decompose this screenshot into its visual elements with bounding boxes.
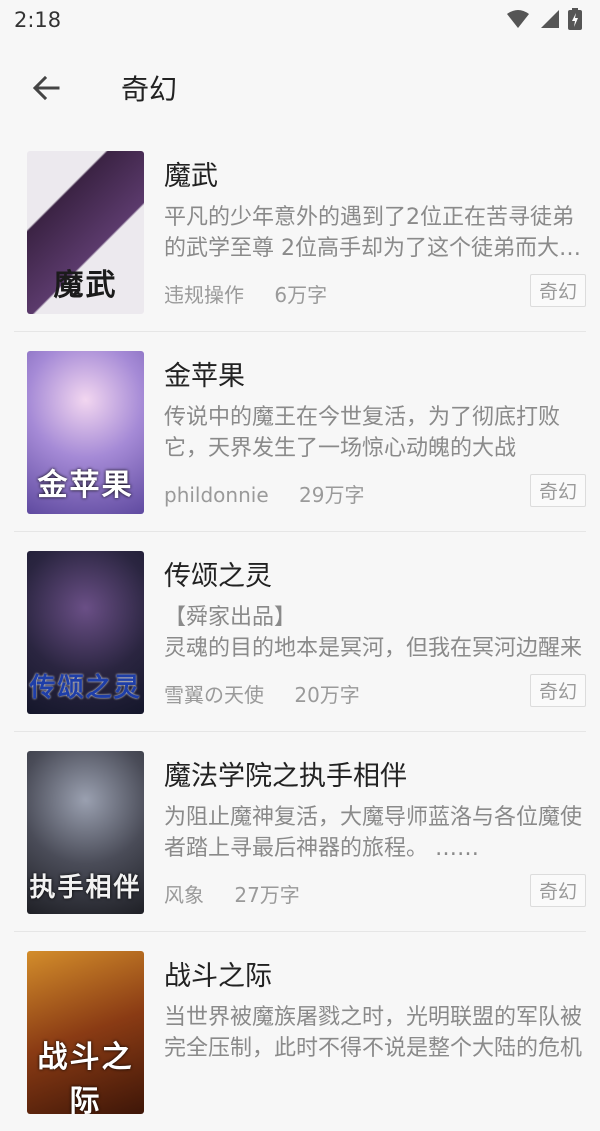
book-author: 风象 xyxy=(164,883,204,907)
cover-title-text: 传颂之灵 xyxy=(29,673,142,703)
wifi-icon xyxy=(507,10,529,28)
status-icons xyxy=(506,7,582,31)
book-word-count: 6万字 xyxy=(274,283,328,307)
book-cover: 魔武 xyxy=(27,151,144,314)
book-title: 魔武 xyxy=(164,161,218,192)
book-item[interactable]: 金苹果 金苹果 传说中的魔王在今世复活，为了彻底打败它，天界发生了一场惊心动魄的… xyxy=(14,332,586,532)
book-author: 违规操作 xyxy=(164,283,244,307)
book-title: 战斗之际 xyxy=(164,961,272,992)
book-meta: phildonnie 29万字 xyxy=(164,479,388,508)
genre-tag[interactable]: 奇幻 xyxy=(529,274,586,307)
book-item[interactable]: 执手相伴 魔法学院之执手相伴 为阻止魔神复活，大魔导师蓝洛与各位魔使者踏上寻最后… xyxy=(14,732,586,932)
status-bar: 2:18 xyxy=(0,0,600,40)
book-word-count: 20万字 xyxy=(294,683,360,707)
book-item[interactable]: 传颂之灵 传颂之灵 【舜家出品】 灵魂的目的地本是冥河，但我在冥河边醒来 雪翼の… xyxy=(14,532,586,732)
book-description: 为阻止魔神复活，大魔导师蓝洛与各位魔使者踏上寻最后神器的旅程。 …… xyxy=(164,805,583,861)
book-cover: 传颂之灵 xyxy=(27,551,144,714)
genre-tag[interactable]: 奇幻 xyxy=(529,474,586,507)
battery-charging-icon xyxy=(568,8,582,30)
book-word-count: 29万字 xyxy=(299,483,365,507)
book-description: 当世界被魔族屠戮之时，光明联盟的军队被完全压制，此时不得不说是整个大陆的危机 xyxy=(164,1005,583,1061)
cellular-signal-icon xyxy=(541,10,559,28)
app-bar: 奇幻 xyxy=(0,40,600,132)
book-meta: 风象 27万字 xyxy=(164,879,324,908)
cover-title-text: 金苹果 xyxy=(37,468,134,503)
page-title: 奇幻 xyxy=(121,73,178,106)
genre-tag[interactable]: 奇幻 xyxy=(529,674,586,707)
book-item[interactable]: 战斗之际 战斗之际 当世界被魔族屠戮之时，光明联盟的军队被完全压制，此时不得不说… xyxy=(14,932,586,1131)
book-author: 雪翼の天使 xyxy=(164,683,264,707)
genre-tag[interactable]: 奇幻 xyxy=(529,874,586,907)
arrow-left-icon xyxy=(32,75,60,101)
book-description: 传说中的魔王在今世复活，为了彻底打败它，天界发生了一场惊心动魄的大战 xyxy=(164,405,561,461)
book-title: 金苹果 xyxy=(164,361,245,392)
book-description: 【舜家出品】 灵魂的目的地本是冥河，但我在冥河边醒来 xyxy=(164,605,583,661)
cover-title-text: 战斗之际 xyxy=(37,1040,134,1114)
book-item[interactable]: 魔武 魔武 平凡的少年意外的遇到了2位正在苦寻徒弟的武学至尊 2位高手却为了这个… xyxy=(14,132,586,332)
book-cover: 战斗之际 xyxy=(27,951,144,1114)
status-time: 2:18 xyxy=(14,8,62,32)
cover-title-text: 魔武 xyxy=(53,268,118,303)
book-author: phildonnie xyxy=(164,483,269,507)
book-list: 魔武 魔武 平凡的少年意外的遇到了2位正在苦寻徒弟的武学至尊 2位高手却为了这个… xyxy=(0,132,600,1131)
book-title: 魔法学院之执手相伴 xyxy=(164,761,407,792)
book-meta: 违规操作 6万字 xyxy=(164,279,351,308)
book-title: 传颂之灵 xyxy=(164,561,272,592)
book-word-count: 27万字 xyxy=(234,883,300,907)
cover-title-text: 执手相伴 xyxy=(29,873,142,903)
back-button[interactable] xyxy=(24,66,68,110)
book-cover: 执手相伴 xyxy=(27,751,144,914)
book-meta: 雪翼の天使 20万字 xyxy=(164,679,384,708)
book-description: 平凡的少年意外的遇到了2位正在苦寻徒弟的武学至尊 2位高手却为了这个徒弟而大打出… xyxy=(164,205,581,261)
book-cover: 金苹果 xyxy=(27,351,144,514)
